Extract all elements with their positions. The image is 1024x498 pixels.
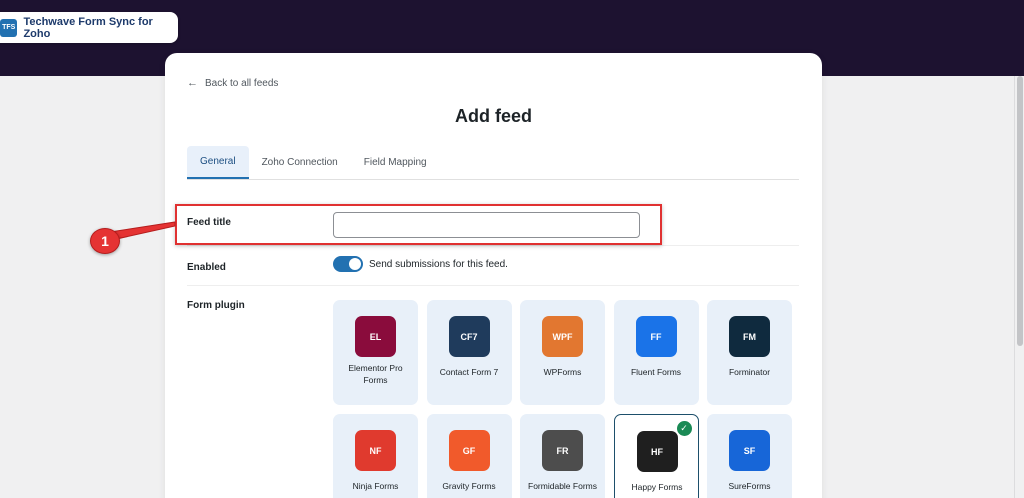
plugin-wpf-icon: WPF — [542, 316, 583, 357]
plugin-fm-icon: FM — [729, 316, 770, 357]
add-feed-card: ← Back to all feeds Add feed General Zoh… — [165, 53, 822, 498]
plugin-name: Fluent Forms — [630, 367, 682, 377]
brand-badge: TFS Techwave Form Sync for Zoho — [0, 12, 178, 43]
plugin-cf7-icon: CF7 — [448, 316, 490, 357]
scrollbar-thumb[interactable] — [1017, 76, 1023, 346]
form-plugin-label: Form plugin — [187, 300, 245, 311]
plugin-name: Gravity Forms — [442, 481, 496, 491]
brand-name: Techwave Form Sync for Zoho — [23, 15, 153, 40]
selected-check-icon: ✓ — [676, 421, 692, 436]
tab-general[interactable]: General — [187, 146, 249, 179]
plugin-name: Happy Forms — [631, 482, 683, 492]
enabled-description: Send submissions for this feed. — [369, 259, 508, 270]
plugin-card-fr[interactable]: FR Formidable Forms — [520, 414, 605, 498]
plugin-name: WPForms — [543, 367, 582, 377]
plugin-card-ff[interactable]: FF Fluent Forms — [613, 300, 699, 405]
plugin-el-icon: EL — [355, 316, 396, 357]
plugin-name: Forminator — [728, 367, 771, 377]
plugin-name: Ninja Forms — [352, 481, 399, 491]
annotation-pointer — [110, 221, 176, 241]
back-link-label: Back to all feeds — [205, 77, 279, 89]
plugin-name: Formidable Forms — [528, 481, 597, 491]
plugin-card-el[interactable]: EL Elementor Pro Forms — [333, 300, 418, 405]
plugin-card-nf[interactable]: NF Ninja Forms — [333, 414, 418, 498]
toggle-knob — [349, 258, 361, 270]
plugin-sf-icon: SF — [729, 430, 770, 471]
plugin-card-wpf[interactable]: WPF WPForms — [520, 300, 605, 405]
plugin-name: Elementor Pro Forms — [348, 363, 403, 385]
plugin-gf-icon: GF — [448, 430, 490, 471]
tab-bar: General Zoho Connection Field Mapping — [187, 146, 799, 180]
plugin-name: Contact Form 7 — [439, 367, 499, 377]
plugin-nf-icon: NF — [355, 430, 396, 471]
scrollbar[interactable] — [1014, 76, 1024, 498]
plugin-ff-icon: FF — [635, 316, 677, 357]
plugin-card-hf[interactable]: HF Happy Forms ✓ — [613, 414, 699, 498]
arrow-left-icon: ← — [187, 77, 198, 89]
plugin-card-cf7[interactable]: CF7 Contact Form 7 — [426, 300, 512, 405]
plugin-fr-icon: FR — [542, 430, 583, 471]
plugin-name: SureForms — [728, 481, 771, 491]
plugin-hf-icon: HF — [636, 431, 678, 472]
plugin-card-fm[interactable]: FM Forminator — [707, 300, 792, 405]
plugin-card-gf[interactable]: GF Gravity Forms — [426, 414, 512, 498]
tab-field-mapping[interactable]: Field Mapping — [351, 146, 440, 179]
annotation-number-badge: 1 — [90, 228, 120, 254]
annotation-highlight-box — [175, 204, 662, 245]
back-to-feeds-link[interactable]: ← Back to all feeds — [187, 77, 278, 89]
tab-zoho-connection[interactable]: Zoho Connection — [249, 146, 351, 179]
plugin-card-sf[interactable]: SF SureForms — [707, 414, 792, 498]
enabled-toggle[interactable] — [333, 256, 363, 272]
enabled-label: Enabled — [187, 262, 226, 273]
brand-logo: TFS — [0, 18, 18, 37]
page-title: Add feed — [454, 106, 532, 126]
